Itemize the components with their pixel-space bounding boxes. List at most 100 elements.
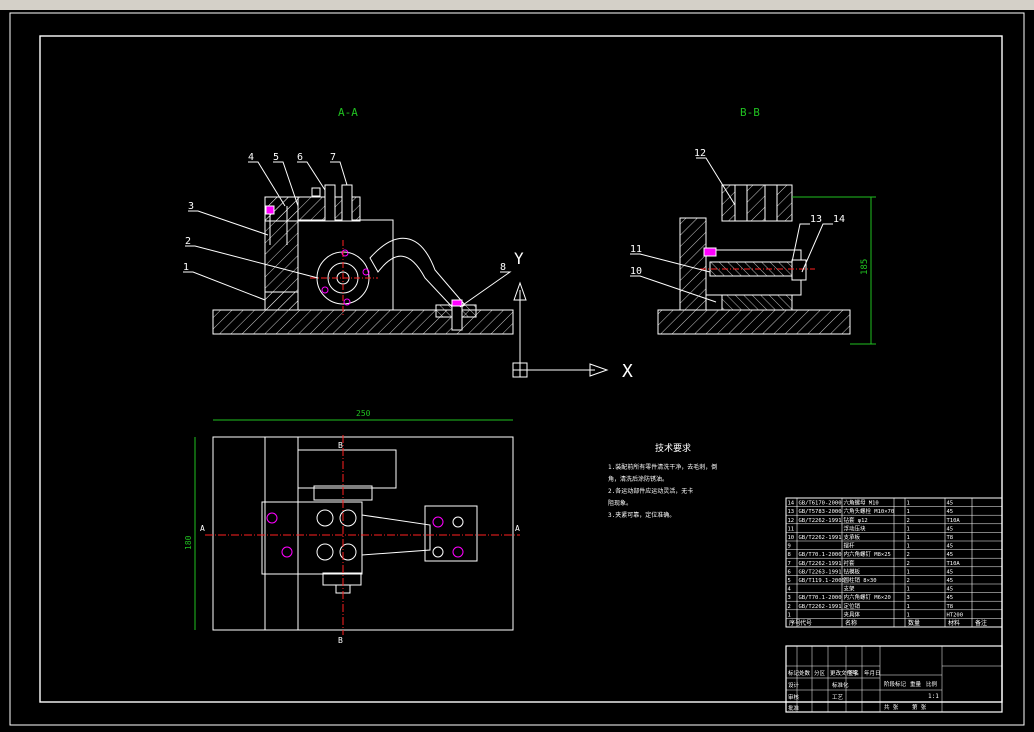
plan-bolt-bottom [322,572,362,586]
balloon-1: 1 [183,262,189,273]
bom-cell: GB/T2262-1991 [799,518,842,524]
fixture-assembly-drawing[interactable]: A-A B-B 4 5 6 7 3 2 1 8 X Y 185 12 13 14… [0,10,1034,728]
plan-drill-plate [297,449,397,489]
bom-cell: 45 [947,569,954,575]
bill-of-materials[interactable]: 14 GB/T6170-2000 六角螺母 M10 1 4513 GB/T5783-200… [785,497,1003,628]
bom-cell: 12 [788,518,795,524]
screw-head-3 [265,205,275,215]
screw-cap [311,187,321,197]
bom-cell: 衬套 [844,559,856,567]
title-block-label: 工艺 [832,694,844,701]
title-block-label: 分区 [814,669,826,677]
bom-header-cell: 数量 [908,619,920,627]
drill-bushing-1 [324,184,336,222]
notes-line-4: 阻现象。 [608,499,632,507]
plan-view[interactable]: 250 180 A A B B [184,409,520,645]
title-block-label: 比例 [926,680,938,688]
ucs-axes-icon [512,281,609,378]
view-label-bb: B-B [740,106,760,119]
bom-cell: HT200 [947,612,964,618]
title-block-label: 重量 [910,680,922,688]
bb-base-plate [657,309,851,335]
bom-cell: 内六角螺钉 M6×20 [844,593,891,601]
section-bb-view[interactable]: 185 12 13 14 11 10 [630,148,876,345]
bom-cell: 2 [907,518,910,524]
plan-dim-height-text: 180 [184,535,193,550]
bom-cell: 内六角螺钉 M8×25 [844,550,891,558]
notes-line-3: 2.各运动部件应运动灵活，无卡 [608,487,693,495]
bb-drill-plate [721,184,793,222]
balloon-8: 8 [500,262,506,273]
bom-cell: GB/T5783-2000 [799,509,842,515]
title-block-label: 第 张 [912,703,927,711]
bom-cell: 7 [788,561,791,567]
pivot-hole-1 [321,286,329,294]
bom-cell: 六角螺母 M10 [844,499,879,507]
notes-line-5: 3.夹紧可靠，定位准确。 [608,511,675,519]
balloon-5: 5 [273,152,279,163]
bom-cell: 支架 [844,585,856,593]
notes-line-2: 角，清洗后涂防锈油。 [608,475,668,483]
bom-cell: 4 [788,587,792,593]
bom-cell: 45 [947,595,954,601]
bom-cell: 14 [788,501,795,507]
bom-cell: 摆杆 [844,542,856,550]
bom-cell: 1 [907,509,910,515]
bom-cell: 1 [907,535,910,541]
bom-cell: 1 [907,612,910,618]
bom-cell: 45 [947,587,954,593]
bom-header-cell: 材料 [948,619,960,627]
title-block-label: 设计 [788,681,800,689]
bom-cell: 3 [907,595,910,601]
title-block-label: 标准化 [832,681,849,689]
bom-cell: GB/T119.1-2000 [799,578,845,584]
title-block-label: 阶段标记 [884,680,907,688]
fixture-body [297,219,394,311]
plan-dim-width-text: 250 [356,409,371,418]
plan-base-outline [212,436,514,631]
bb-upright [679,217,707,311]
section-aa-view[interactable]: 4 5 6 7 3 2 1 8 [183,152,514,335]
notes-title: 技术要求 [655,442,691,454]
title-block-scale: 1:1 [928,693,939,700]
bom-cell: T8 [947,604,954,610]
bom-cell: 支承板 [844,533,861,541]
balloon-12: 12 [694,148,706,159]
title-block-label: 审核 [788,693,800,701]
plan-bracket [264,436,299,631]
bom-cell: 1 [907,501,910,507]
bom-cell: GB/T6170-2000 [799,501,842,507]
section-mark-b-bottom: B [338,636,343,645]
bom-cell: 5 [788,578,791,584]
bb-bushing-2 [764,184,778,222]
bom-cell: 1 [907,544,910,550]
aa-leader-lines [183,161,512,308]
axis-x-label: X [622,361,633,382]
bom-cell: GB/T2262-1991 [799,535,842,541]
axis-y-label: Y [514,249,524,268]
balloon-11: 11 [630,244,642,255]
bom-cell: 2 [907,578,910,584]
bom-cell: 1 [907,569,910,575]
clamp-screw-head [451,299,463,307]
balloon-2: 2 [185,236,191,247]
balloon-6: 6 [297,152,303,163]
bom-cell: T10A [947,561,961,567]
section-mark-a-left: A [200,524,205,533]
bom-cell: GB/T2262-1991 [799,561,842,567]
bom-cell: 45 [947,544,954,550]
bom-cell: 6 [788,569,791,575]
bom-cell: GB/T70.1-2000 [799,595,842,601]
bom-cell: 钻套 φ12 [844,516,868,524]
section-mark-b-top: B [338,441,343,450]
bom-header-cell: 代号 [800,619,812,627]
bom-cell: 8 [788,552,791,558]
bom-cell: 11 [788,526,795,532]
bom-cell: T10A [947,518,961,524]
lever-arm [369,237,466,311]
balloon-13: 13 [810,214,822,225]
bom-cell: 10 [788,535,795,541]
cad-drawing-canvas[interactable]: A-A B-B 4 5 6 7 3 2 1 8 X Y 185 12 13 14… [0,10,1034,728]
bom-cell: 45 [947,501,954,507]
bb-dim-text: 185 [860,259,870,275]
